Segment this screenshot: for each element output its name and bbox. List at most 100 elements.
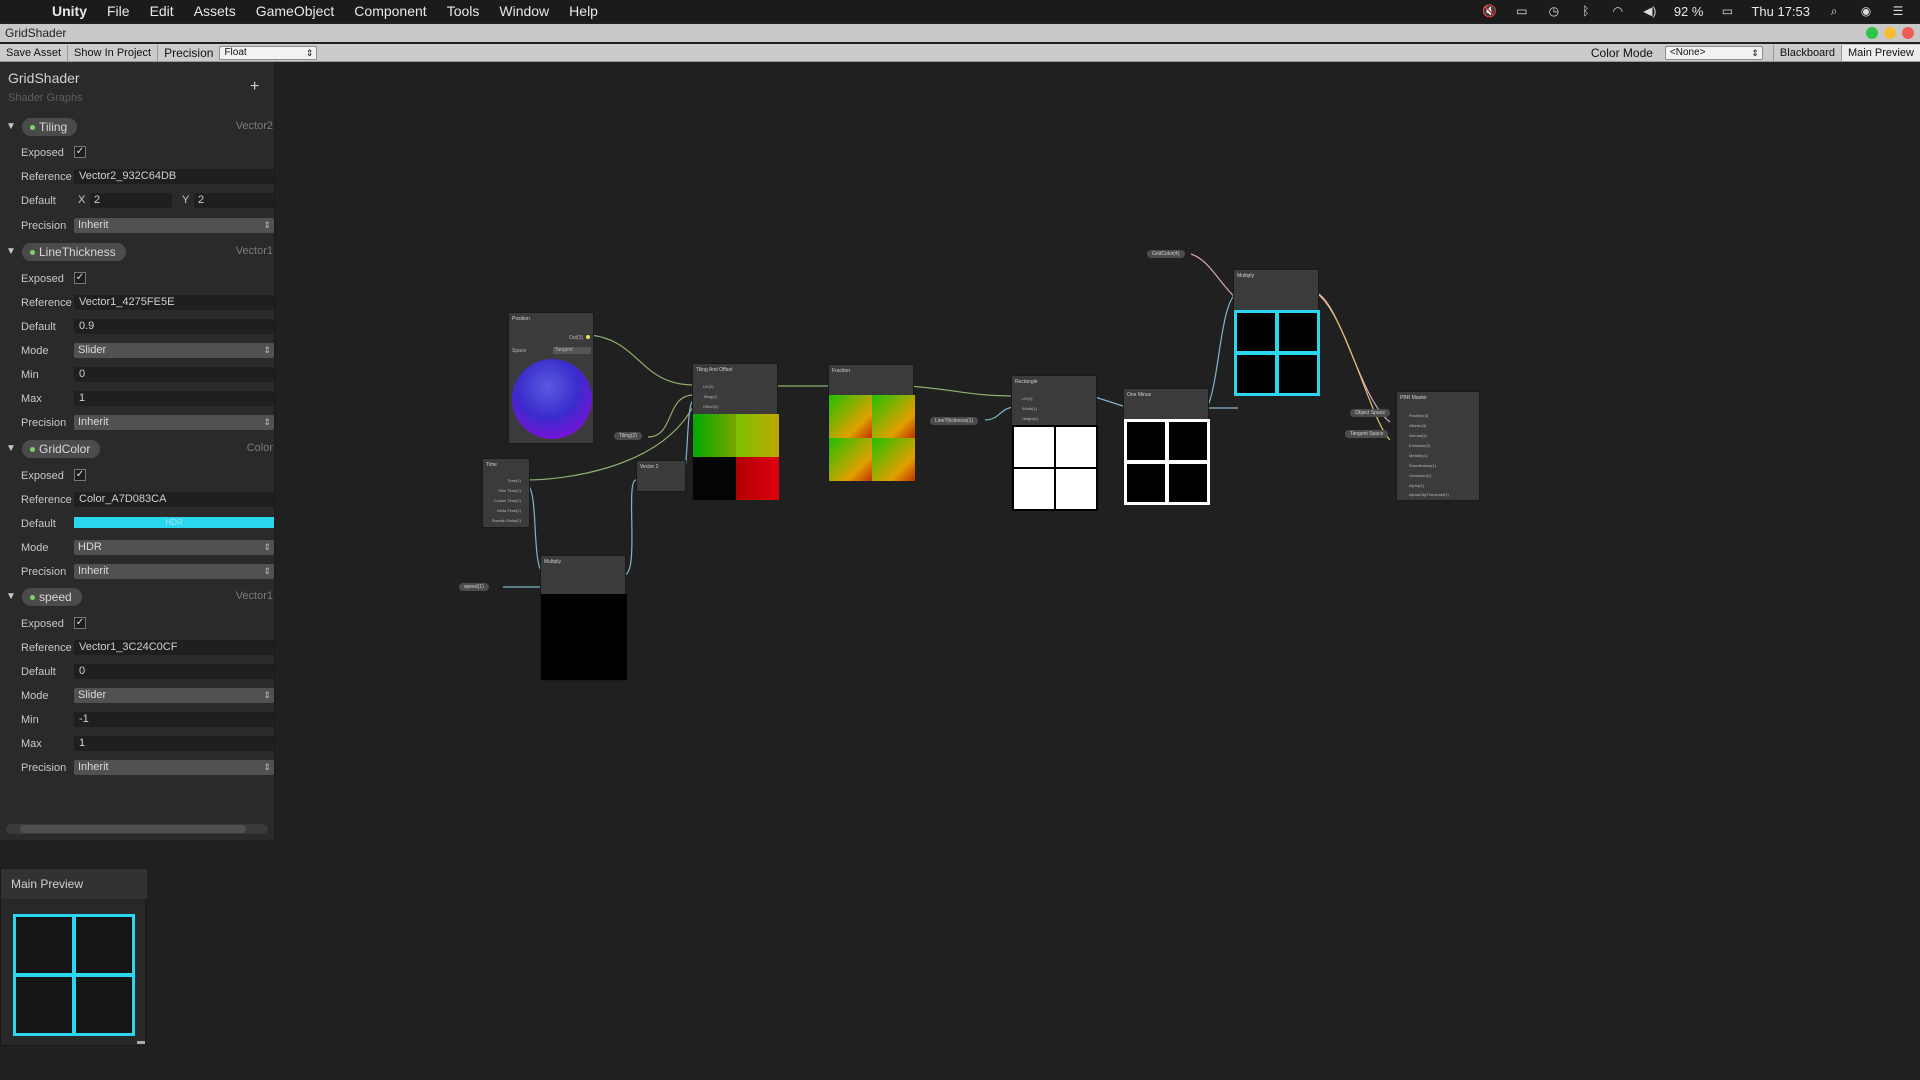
field-label: Mode (21, 345, 49, 357)
property-pill[interactable]: GridColor (22, 440, 101, 458)
property-name: GridColor (39, 442, 91, 456)
field-label: Precision (21, 762, 67, 774)
node-vector2[interactable]: Vector 2 (636, 460, 686, 492)
row-default: Default HDR (0, 515, 275, 533)
chip-object-space[interactable]: Object Space (1350, 409, 1391, 417)
max-field[interactable]: 1 (74, 736, 274, 751)
add-property-button[interactable]: + (250, 78, 259, 96)
port-label: Delta Time(1) (496, 508, 521, 513)
port-label: Metallic(1) (1409, 453, 1428, 458)
reference-field[interactable]: Vector1_3C24C0CF (74, 640, 274, 655)
blackboard-scrollbar[interactable] (6, 824, 268, 834)
chevron-down-icon[interactable]: ▼ (6, 121, 16, 132)
node-position[interactable]: Position Out(3) Space Tangent (508, 312, 594, 444)
property-header-linethickness[interactable]: ▼ LineThickness Vector1 (0, 242, 275, 262)
property-dot-icon (30, 595, 35, 601)
resize-handle[interactable] (137, 1041, 145, 1044)
default-color-swatch[interactable]: HDR (74, 517, 274, 528)
property-header-tiling[interactable]: ▼ Tiling Vector2 (0, 117, 275, 137)
node-multiply-color[interactable]: Multiply (1233, 269, 1320, 396)
min-field[interactable]: 0 (74, 367, 274, 382)
property-pill[interactable]: Tiling (22, 118, 78, 136)
row-default: Default X 2 Y 2 (0, 192, 275, 210)
node-rectangle[interactable]: Rectangle UV(2) Width(1) Height(1) (1011, 375, 1098, 511)
node-title: Tiling And Offset (696, 367, 733, 373)
reference-field[interactable]: Vector1_4275FE5E (74, 295, 274, 310)
precision-select[interactable]: Inherit (74, 564, 274, 579)
chip-tiling[interactable]: Tiling(2) (614, 432, 642, 440)
port-label: Time(1) (507, 478, 521, 483)
field-label: Max (21, 393, 42, 405)
node-fraction[interactable]: Fraction (828, 364, 915, 481)
exposed-checkbox[interactable]: ✓ (74, 272, 86, 284)
property-header-gridcolor[interactable]: ▼ GridColor Color (0, 439, 275, 459)
node-preview-q1 (829, 395, 872, 438)
x-label: X (78, 194, 86, 206)
mode-select[interactable]: Slider (74, 688, 274, 703)
chip-tangent-space[interactable]: Tangent Space (1345, 430, 1389, 438)
row-exposed: Exposed ✓ (0, 270, 275, 288)
space-dropdown[interactable]: Tangent (553, 347, 591, 354)
node-preview (512, 359, 592, 439)
chip-speed[interactable]: speed(1) (459, 583, 489, 591)
port-label: Offset(2) (703, 404, 719, 409)
exposed-checkbox[interactable]: ✓ (74, 146, 86, 158)
field-label: Exposed (21, 470, 64, 482)
node-tiling-and-offset[interactable]: Tiling And Offset UV(2) Tiling(2) Offset… (692, 363, 779, 500)
row-default: Default 0 (0, 663, 275, 681)
field-label: Reference (21, 642, 72, 654)
port-label: Width(1) (1022, 406, 1038, 411)
chip-grid-color[interactable]: GridColor(4) (1147, 250, 1185, 258)
chevron-down-icon[interactable]: ▼ (6, 591, 16, 602)
field-label: Mode (21, 690, 49, 702)
node-time[interactable]: Time Time(1) Sine Time(1) Cosine Time(1)… (482, 458, 530, 528)
default-y-field[interactable]: 2 (194, 193, 274, 208)
default-field[interactable]: 0.9 (74, 319, 274, 334)
reference-field[interactable]: Color_A7D083CA (74, 492, 274, 507)
row-exposed: Exposed ✓ (0, 144, 275, 162)
node-preview-br (736, 457, 779, 500)
port-label: Occlusion(1) (1409, 473, 1432, 478)
main-preview-panel[interactable]: Main Preview (0, 868, 147, 1046)
field-label: Exposed (21, 147, 64, 159)
mode-select[interactable]: HDR (74, 540, 274, 555)
output-port[interactable] (586, 335, 590, 339)
row-reference: Reference Vector1_4275FE5E (0, 294, 275, 312)
field-label: Default (21, 195, 56, 207)
chevron-down-icon[interactable]: ▼ (6, 246, 16, 257)
property-pill[interactable]: speed (22, 588, 82, 606)
min-field[interactable]: -1 (74, 712, 274, 727)
port-label: UV(2) (703, 384, 714, 389)
field-label: Min (21, 714, 39, 726)
port-label: Tiling(2) (703, 394, 718, 399)
property-header-speed[interactable]: ▼ speed Vector1 (0, 587, 275, 607)
exposed-checkbox[interactable]: ✓ (74, 469, 86, 481)
reference-field[interactable]: Vector2_932C64DB (74, 169, 274, 184)
port-label: Out(3) (568, 335, 583, 341)
row-reference: Reference Color_A7D083CA (0, 491, 275, 509)
port-label: Sine Time(1) (498, 488, 521, 493)
main-preview-image[interactable] (13, 914, 135, 1036)
node-preview-bl (693, 457, 736, 500)
precision-select[interactable]: Inherit (74, 760, 274, 775)
node-pbr-master[interactable]: PBR Master Position(3) Albedo(3) Normal(… (1396, 391, 1480, 501)
precision-select[interactable]: Inherit (74, 415, 274, 430)
default-x-field[interactable]: 2 (90, 193, 172, 208)
node-one-minus[interactable]: One Minus (1123, 388, 1210, 505)
row-mode: Mode HDR (0, 539, 275, 557)
exposed-checkbox[interactable]: ✓ (74, 617, 86, 629)
chevron-down-icon[interactable]: ▼ (6, 443, 16, 454)
property-type: Vector1 (235, 245, 273, 257)
port-label: Position(3) (1409, 413, 1429, 418)
node-multiply-time[interactable]: Multiply (540, 555, 627, 681)
max-field[interactable]: 1 (74, 391, 274, 406)
scrollbar-thumb[interactable] (20, 825, 246, 833)
default-field[interactable]: 0 (74, 664, 274, 679)
precision-select[interactable]: Inherit (74, 218, 274, 233)
chip-line-thickness[interactable]: LineThickness(1) (930, 417, 979, 425)
mode-select[interactable]: Slider (74, 343, 274, 358)
node-title: Vector 2 (640, 464, 659, 470)
property-pill[interactable]: LineThickness (22, 243, 126, 261)
row-exposed: Exposed ✓ (0, 615, 275, 633)
node-title: Rectangle (1015, 379, 1038, 385)
